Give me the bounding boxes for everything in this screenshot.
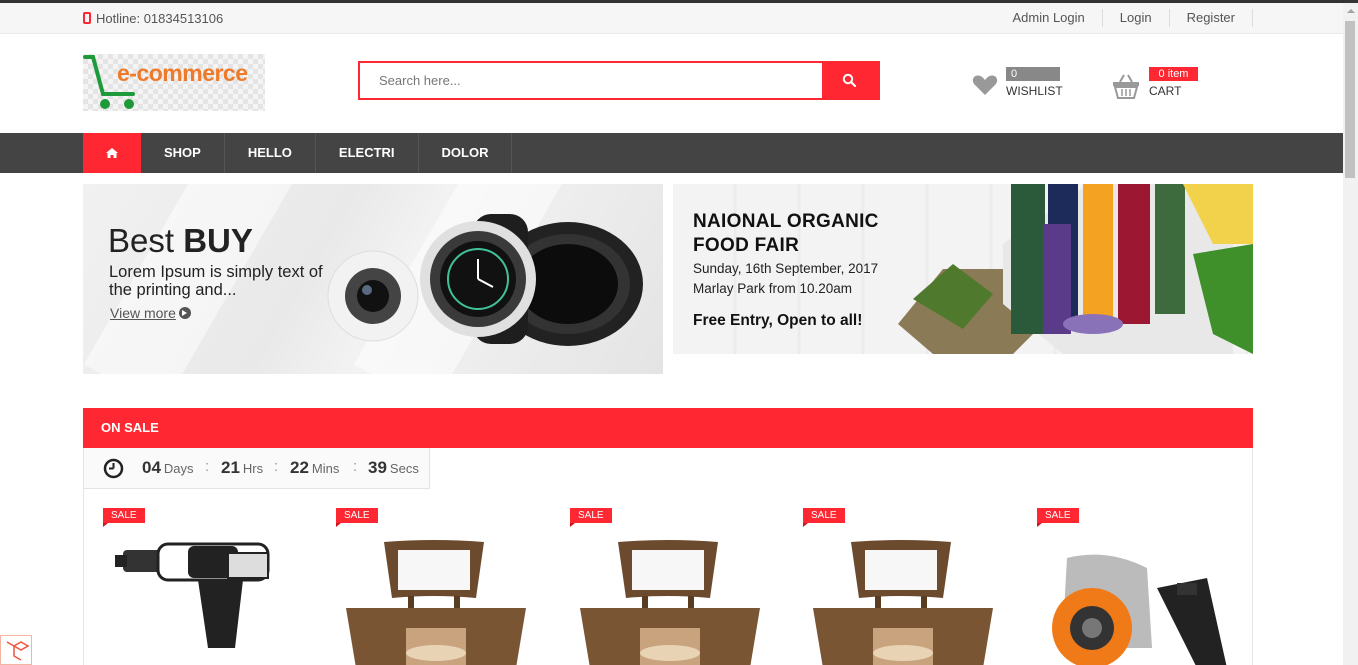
hotline-text: Hotline: 01834513106	[96, 11, 224, 26]
top-links: Admin Login Login Register	[995, 9, 1253, 27]
banner-place: Marlay Park from 10.20am	[693, 281, 853, 296]
phone-icon	[83, 12, 91, 24]
on-sale-title: ON SALE	[101, 420, 159, 435]
page-scrollbar[interactable]	[1343, 3, 1358, 665]
product-card[interactable]: SALE	[103, 508, 303, 665]
logo-text: e-commerce	[117, 60, 248, 86]
search-icon	[842, 73, 856, 87]
on-sale-header: ON SALE	[83, 408, 1253, 448]
product-card[interactable]: SALE	[570, 508, 770, 665]
banner-description: Lorem Ipsum is simply text of the printi…	[109, 263, 323, 299]
home-icon	[106, 148, 118, 158]
hotline: Hotline: 01834513106	[83, 11, 223, 26]
countdown-hours: 21 Hrs	[221, 458, 264, 477]
wishlist-button[interactable]: 0 WISHLIST	[972, 67, 1063, 101]
dressing-table-product-image	[580, 540, 760, 665]
countdown-separator: :	[205, 458, 210, 475]
sale-countdown: 04 Days : 21 Hrs : 22 Mins : 39 Secs	[83, 448, 430, 489]
nav-item-shop[interactable]: SHOP	[141, 133, 225, 173]
search-button[interactable]	[822, 63, 878, 98]
wishlist-count: 0	[1006, 67, 1060, 81]
banner-best-buy[interactable]: Best BUY Lorem Ipsum is simply text of t…	[83, 184, 663, 374]
banner-date: Sunday, 16th September, 2017	[693, 261, 879, 276]
dressing-table-product-image	[813, 540, 993, 665]
arrow-circle-icon	[178, 307, 191, 319]
main-nav: SHOP HELLO ELECTRI DOLOR	[0, 133, 1343, 173]
cart-label: CART	[1149, 84, 1182, 98]
countdown-days: 04 Days	[142, 458, 194, 477]
smartwatch-products-image	[327, 214, 643, 346]
nav-item-hello[interactable]: HELLO	[225, 133, 316, 173]
nav-item-electri[interactable]: ELECTRI	[316, 133, 419, 173]
basket-icon	[1113, 74, 1139, 99]
heart-icon	[972, 75, 998, 95]
leaf-blower-product-image	[1052, 554, 1227, 665]
cart-button[interactable]: 0 item CART	[1112, 67, 1202, 101]
nav-home[interactable]	[83, 133, 141, 173]
register-link[interactable]: Register	[1170, 9, 1253, 27]
countdown-separator: :	[274, 458, 279, 475]
banner-title: NAIONAL ORGANIC FOOD FAIR	[693, 211, 879, 256]
countdown-separator: :	[353, 458, 358, 475]
topbar: Hotline: 01834513106 Admin Login Login R…	[0, 3, 1343, 34]
site-logo[interactable]: e-commerce	[83, 54, 265, 111]
clock-icon	[103, 458, 124, 479]
framework-logo-icon	[0, 635, 32, 665]
banner-organic-fair[interactable]: NAIONAL ORGANIC FOOD FAIR Sunday, 16th Se…	[673, 184, 1253, 354]
nav-item-dolor[interactable]: DOLOR	[419, 133, 513, 173]
drill-product-image	[115, 542, 270, 648]
wishlist-label: WISHLIST	[1006, 84, 1063, 98]
countdown-minutes: 22 Mins	[290, 458, 340, 477]
product-card[interactable]: SALE	[1037, 508, 1237, 665]
view-more-link[interactable]: View more	[110, 305, 191, 321]
banner-title: Best BUY	[108, 222, 253, 259]
banner-entry: Free Entry, Open to all!	[693, 312, 863, 329]
countdown-seconds: 39 Secs	[368, 458, 419, 477]
search-input[interactable]	[360, 63, 823, 98]
admin-login-link[interactable]: Admin Login	[995, 9, 1103, 27]
product-card[interactable]: SALE	[336, 508, 536, 665]
organic-products-image	[898, 184, 1253, 354]
cart-count: 0 item	[1149, 67, 1198, 81]
login-link[interactable]: Login	[1103, 9, 1170, 27]
scroll-up-arrow-icon[interactable]	[1347, 9, 1355, 13]
search-bar	[358, 61, 880, 100]
product-card[interactable]: SALE	[803, 508, 1003, 665]
dressing-table-product-image	[346, 540, 526, 665]
scrollbar-thumb[interactable]	[1345, 21, 1355, 178]
